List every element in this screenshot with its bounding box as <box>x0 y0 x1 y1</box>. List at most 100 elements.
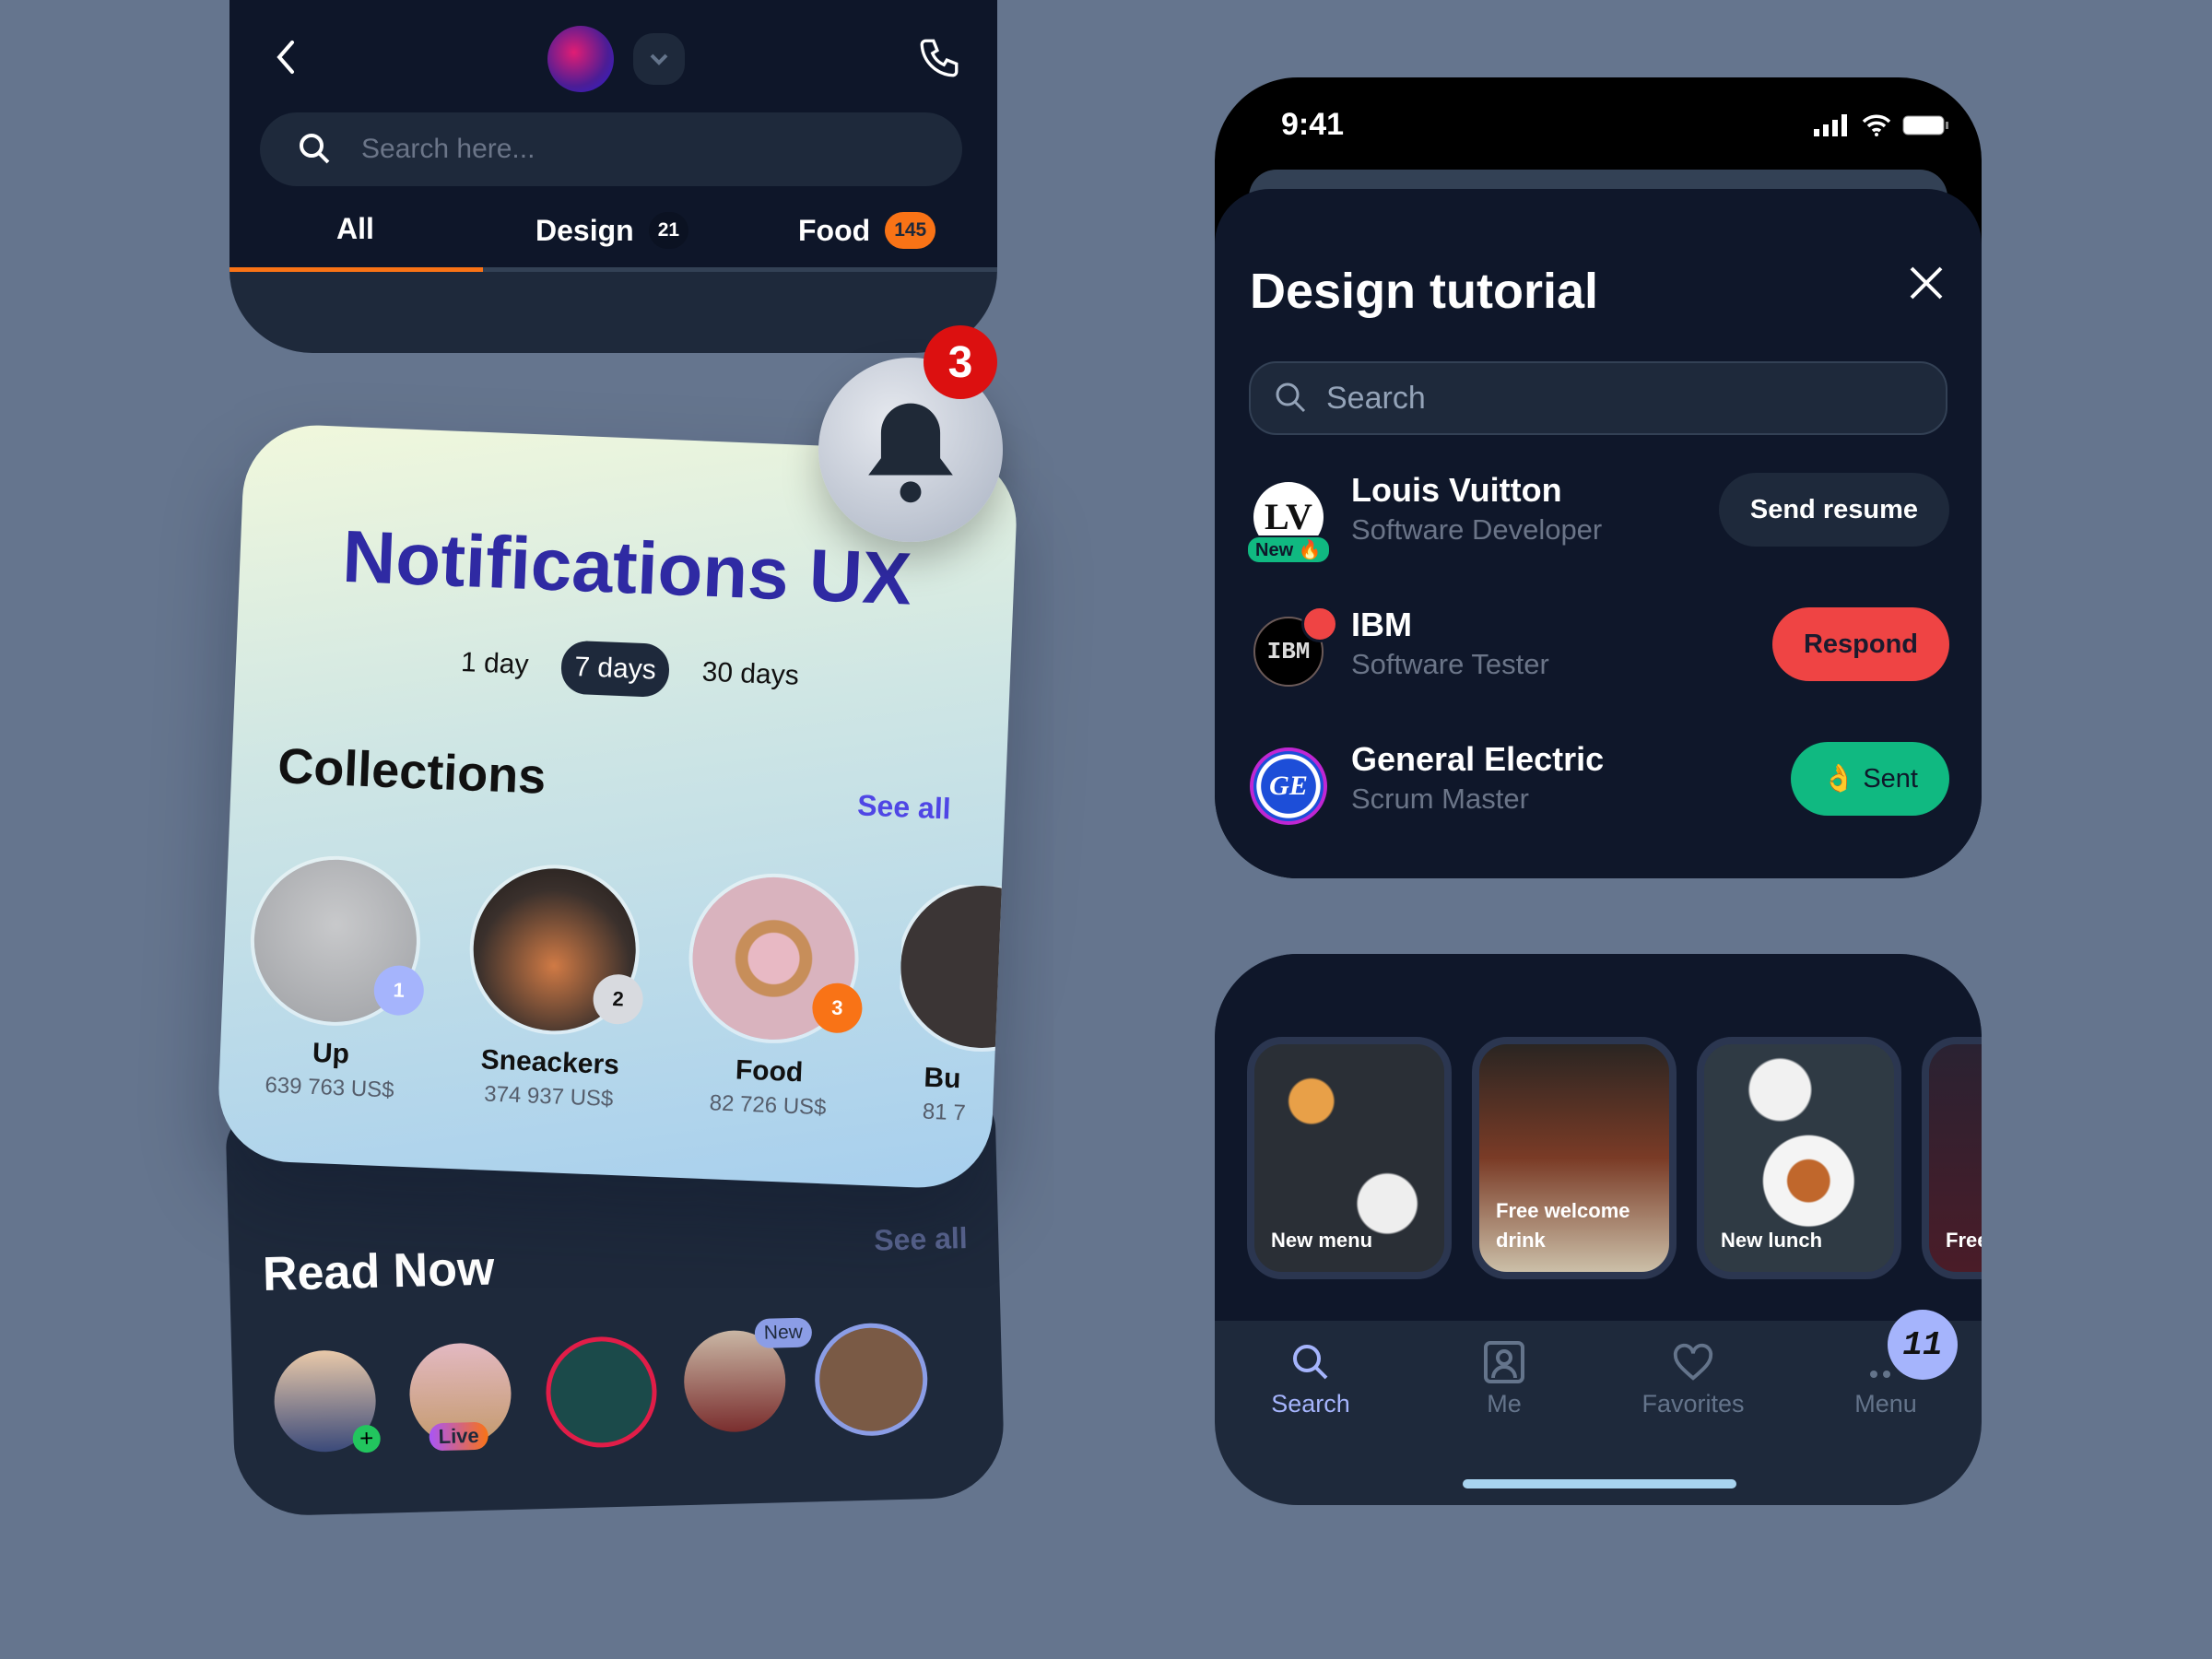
collection-name: Bu <box>923 1062 962 1095</box>
collection-price: 81 7 <box>922 1099 967 1126</box>
promo-card[interactable]: New menu <box>1247 1037 1452 1279</box>
promo-caption: Free welcome drink <box>1496 1199 1630 1252</box>
collections-title: Collections <box>276 738 547 805</box>
story-avatar[interactable] <box>813 1322 929 1438</box>
collection-image: 1 <box>251 856 425 1026</box>
home-indicator <box>1463 1479 1736 1488</box>
wifi-icon <box>1862 114 1891 136</box>
back-icon[interactable] <box>272 37 300 77</box>
collection-price: 639 763 US$ <box>264 1072 395 1103</box>
phone-icon[interactable] <box>916 35 962 81</box>
search-input[interactable]: Search <box>1249 361 1947 435</box>
collection-price: 374 937 US$ <box>483 1081 614 1112</box>
search-icon <box>1276 382 1306 413</box>
close-icon[interactable] <box>1908 265 1945 301</box>
company-name: Louis Vuitton <box>1351 471 1562 509</box>
story-avatar[interactable] <box>544 1335 659 1449</box>
general-electric-logo: GE <box>1250 747 1327 825</box>
heart-icon <box>1673 1343 1713 1381</box>
job-role: Scrum Master <box>1351 782 1529 815</box>
avatar[interactable] <box>547 26 614 92</box>
nav-label: Search <box>1271 1390 1350 1418</box>
collection-item[interactable]: 1 Up 639 763 US$ <box>237 856 430 1105</box>
promo-caption: New lunch <box>1721 1229 1823 1252</box>
collection-item[interactable]: 3 Food 82 726 US$ <box>676 874 869 1123</box>
messages-header-card: Search here... All Design 21 Food 145 <box>229 0 997 353</box>
see-all-link[interactable]: See all <box>874 1221 968 1258</box>
dropdown-button[interactable] <box>633 33 685 85</box>
story-avatar[interactable]: Live <box>408 1342 512 1452</box>
job-row: IBM IBM Software Tester Respond <box>1215 606 1982 698</box>
collection-image: 3 <box>689 874 864 1043</box>
live-badge: Live <box>429 1421 489 1452</box>
profile-icon <box>1484 1341 1524 1383</box>
promo-caption: Free drink <box>1946 1229 1982 1252</box>
promo-card[interactable]: New lunch <box>1697 1037 1901 1279</box>
job-role: Software Tester <box>1351 648 1549 680</box>
section-title: Read Now <box>262 1241 496 1301</box>
new-badge: New <box>754 1317 813 1349</box>
status-time: 9:41 <box>1281 107 1345 142</box>
sheet-title: Design tutorial <box>1250 264 1599 319</box>
tab-badge: 145 <box>885 212 936 249</box>
search-input[interactable]: Search here... <box>260 112 962 186</box>
tab-design[interactable]: Design 21 <box>535 212 689 249</box>
company-name: IBM <box>1351 606 1412 643</box>
collection-image <box>897 882 1002 1052</box>
nav-me[interactable]: Me <box>1430 1341 1578 1418</box>
story-avatar[interactable]: New <box>682 1317 813 1434</box>
collection-item[interactable]: Bu 81 7 <box>894 882 1002 1128</box>
promo-card[interactable]: Free drink <box>1922 1037 1982 1279</box>
collection-image: 2 <box>470 865 644 1034</box>
menu-count-badge: 11 <box>1888 1310 1958 1380</box>
rank-badge: 1 <box>372 964 425 1017</box>
new-badge: New 🔥 <box>1246 535 1331 564</box>
period-7-days[interactable]: 7 days <box>560 640 670 699</box>
search-placeholder: Search <box>1326 380 1426 416</box>
collection-price: 82 726 US$ <box>709 1090 827 1121</box>
status-icons <box>1814 114 1950 136</box>
message-icon <box>1301 606 1338 642</box>
tab-label: Design <box>535 213 634 247</box>
chevron-down-icon <box>650 53 668 65</box>
search-icon <box>1293 1345 1328 1380</box>
job-role: Software Developer <box>1351 513 1603 546</box>
tab-label: All <box>336 212 374 245</box>
bell-icon <box>868 403 953 503</box>
collection-name: Food <box>735 1054 804 1088</box>
respond-button[interactable]: Respond <box>1771 607 1949 681</box>
collection-name: Sneackers <box>480 1044 620 1081</box>
nav-search[interactable]: Search <box>1237 1341 1384 1418</box>
job-row: GE General Electric Scrum Master 👌 Sent <box>1215 740 1982 832</box>
jobs-screen: 9:41 Design tutorial Search LV New 🔥 Lou… <box>1215 77 1982 878</box>
tab-indicator <box>229 267 483 272</box>
story-avatar[interactable]: + <box>273 1348 382 1453</box>
rank-badge: 3 <box>811 982 864 1034</box>
period-1-day[interactable]: 1 day <box>447 636 543 693</box>
collection-item[interactable]: 2 Sneackers 374 937 US$ <box>456 865 650 1113</box>
nav-label: Favorites <box>1641 1390 1745 1418</box>
promo-card[interactable]: Free welcome drink <box>1472 1037 1677 1279</box>
collection-name: Up <box>312 1037 350 1070</box>
promo-caption: New menu <box>1271 1229 1373 1252</box>
food-screen: New menu Free welcome drink New lunch Fr… <box>1215 954 1982 1505</box>
period-30-days[interactable]: 30 days <box>688 645 813 703</box>
tab-food[interactable]: Food 145 <box>798 212 936 249</box>
tab-label: Food <box>798 213 871 247</box>
notification-count-badge: 3 <box>924 325 997 399</box>
sent-button[interactable]: 👌 Sent <box>1791 742 1949 816</box>
nav-favorites[interactable]: Favorites <box>1619 1341 1767 1418</box>
nav-label: Me <box>1487 1390 1522 1418</box>
rank-badge: 2 <box>592 973 644 1026</box>
job-row: LV New 🔥 Louis Vuitton Software Develope… <box>1215 471 1982 564</box>
bottom-sheet: Design tutorial Search LV New 🔥 Louis Vu… <box>1215 189 1982 878</box>
nav-label: Menu <box>1854 1390 1917 1418</box>
see-all-link[interactable]: See all <box>857 788 952 826</box>
search-placeholder: Search here... <box>361 134 535 164</box>
tab-all[interactable]: All <box>336 212 374 246</box>
tab-badge: 21 <box>648 212 689 249</box>
company-name: General Electric <box>1351 740 1605 778</box>
send-resume-button[interactable]: Send resume <box>1718 473 1949 547</box>
battery-icon <box>1902 115 1948 135</box>
period-selector: 1 day 7 days 30 days <box>447 636 813 704</box>
